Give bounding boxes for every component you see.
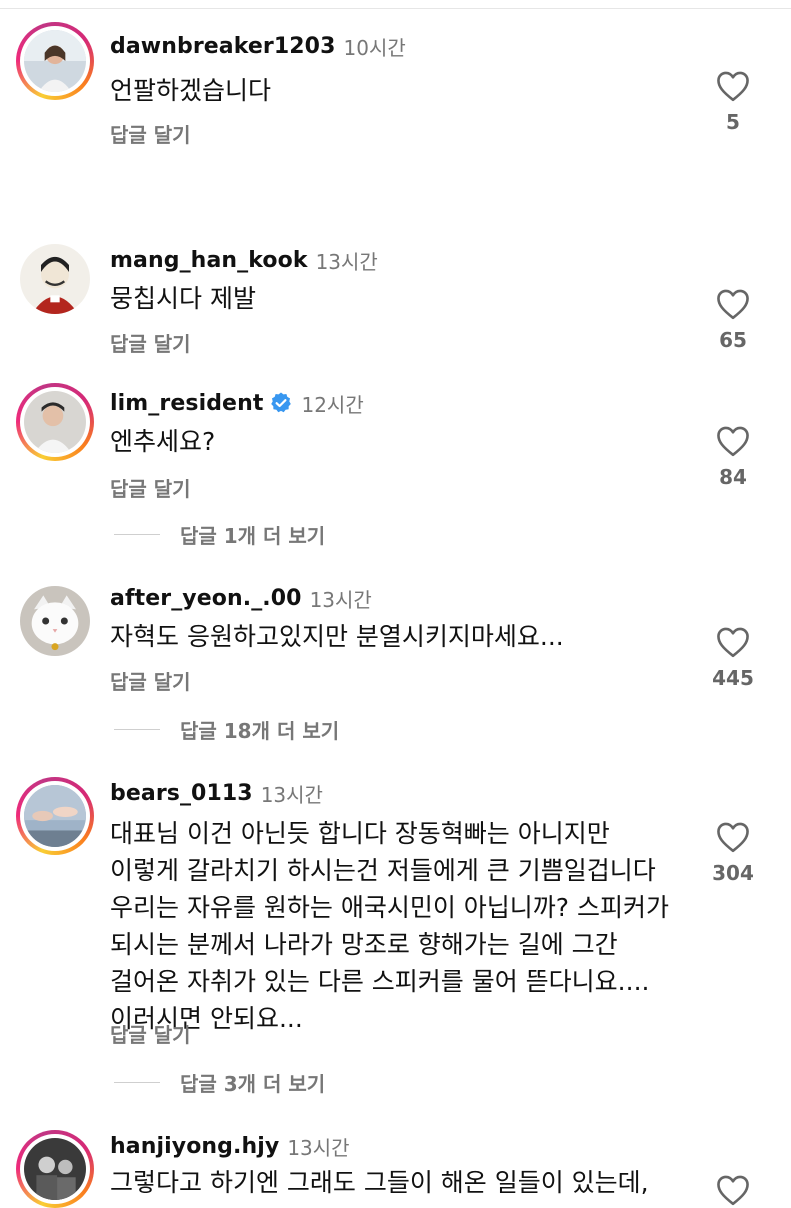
heart-outline-icon bbox=[717, 822, 749, 853]
view-replies-divider bbox=[114, 533, 160, 535]
comment-item: hanjiyong.hjy 13시간 그렇다고 하기엔 그래도 그들이 해온 일… bbox=[0, 1130, 791, 1208]
comment-item: after_yeon._.00 13시간 자혁도 응원하고있지만 분열시키지마세… bbox=[0, 582, 791, 752]
like-count: 5 bbox=[726, 110, 740, 134]
avatar[interactable] bbox=[16, 240, 94, 318]
avatar-image bbox=[20, 586, 90, 656]
comment-username[interactable]: dawnbreaker1203 bbox=[110, 34, 336, 59]
like-button[interactable]: 65 bbox=[710, 288, 756, 352]
view-replies-label: 답글 18개 더 보기 bbox=[180, 718, 340, 743]
comment-item: bears_0113 13시간 대표님 이건 아닌듯 합니다 장동혁빠는 아니지… bbox=[0, 777, 791, 1107]
comment-text: 엔추세요? bbox=[110, 427, 216, 456]
comment-timestamp: 13시간 bbox=[260, 782, 323, 807]
view-replies-button[interactable]: 답글 1개 더 보기 bbox=[114, 519, 325, 549]
comment-username[interactable]: after_yeon._.00 bbox=[110, 586, 302, 611]
heart-outline-icon bbox=[717, 426, 749, 457]
like-count: 84 bbox=[719, 465, 747, 489]
comment-timestamp: 13시간 bbox=[315, 249, 378, 274]
like-button[interactable]: 5 bbox=[710, 70, 756, 134]
comment-username[interactable]: bears_0113 bbox=[110, 781, 253, 806]
top-divider bbox=[0, 8, 791, 9]
comment-text: 언팔하겠습니다 bbox=[110, 76, 272, 105]
comment-timestamp: 13시간 bbox=[309, 587, 372, 612]
reply-button[interactable]: 답글 달기 bbox=[110, 1019, 191, 1048]
view-replies-button[interactable]: 답글 18개 더 보기 bbox=[114, 714, 339, 744]
avatar[interactable] bbox=[16, 22, 94, 100]
heart-outline-icon bbox=[717, 71, 749, 102]
heart-outline-icon bbox=[717, 289, 749, 320]
avatar[interactable] bbox=[16, 777, 94, 855]
view-replies-button[interactable]: 답글 3개 더 보기 bbox=[114, 1067, 325, 1097]
comment-text: 대표님 이건 아닌듯 합니다 장동혁빠는 아니지만 이렇게 갈라치기 하시는건 … bbox=[110, 819, 670, 1033]
avatar[interactable] bbox=[16, 582, 94, 660]
like-count: 65 bbox=[719, 328, 747, 352]
like-button[interactable]: 445 bbox=[710, 626, 756, 690]
avatar-image bbox=[24, 1138, 86, 1200]
comment-username[interactable]: mang_han_kook bbox=[110, 248, 308, 273]
avatar-image bbox=[24, 30, 86, 92]
comment-item: mang_han_kook 13시간 뭉칩시다 제발 답글 달기 65 bbox=[0, 240, 791, 360]
view-replies-label: 답글 1개 더 보기 bbox=[180, 523, 326, 548]
reply-button[interactable]: 답글 달기 bbox=[110, 666, 191, 695]
avatar[interactable] bbox=[16, 383, 94, 461]
avatar[interactable] bbox=[16, 1130, 94, 1208]
comment-timestamp: 10시간 bbox=[343, 35, 406, 60]
reply-button[interactable]: 답글 달기 bbox=[110, 328, 191, 357]
like-count: 304 bbox=[712, 861, 754, 885]
heart-outline-icon bbox=[717, 627, 749, 658]
view-replies-label: 답글 3개 더 보기 bbox=[180, 1071, 326, 1096]
avatar-image bbox=[24, 785, 86, 847]
view-replies-divider bbox=[114, 1081, 160, 1083]
comment-username[interactable]: hanjiyong.hjy bbox=[110, 1134, 279, 1159]
comment-item: dawnbreaker1203 10시간 언팔하겠습니다 답글 달기 5 bbox=[0, 22, 791, 172]
heart-outline-icon bbox=[717, 1175, 749, 1206]
reply-button[interactable]: 답글 달기 bbox=[110, 119, 191, 148]
like-button[interactable]: 304 bbox=[710, 821, 756, 885]
comment-text: 자혁도 응원하고있지만 분열시키지마세요... bbox=[110, 622, 564, 651]
like-button[interactable]: 84 bbox=[710, 425, 756, 489]
view-replies-divider bbox=[114, 728, 160, 730]
verified-badge-icon bbox=[271, 392, 292, 413]
like-count: 445 bbox=[712, 666, 754, 690]
comment-timestamp: 12시간 bbox=[301, 392, 364, 417]
comment-text: 그렇다고 하기엔 그래도 그들이 해온 일들이 있는데, bbox=[110, 1168, 649, 1197]
avatar-image bbox=[20, 244, 90, 314]
comment-username[interactable]: lim_resident bbox=[110, 391, 263, 416]
comment-text: 뭉칩시다 제발 bbox=[110, 284, 256, 313]
like-button[interactable] bbox=[710, 1174, 756, 1206]
avatar-image bbox=[24, 391, 86, 453]
comment-timestamp: 13시간 bbox=[287, 1135, 350, 1160]
reply-button[interactable]: 답글 달기 bbox=[110, 473, 191, 502]
comment-item: lim_resident 12시간 엔추세요? 답글 달기 84 답글 1개 더… bbox=[0, 383, 791, 558]
